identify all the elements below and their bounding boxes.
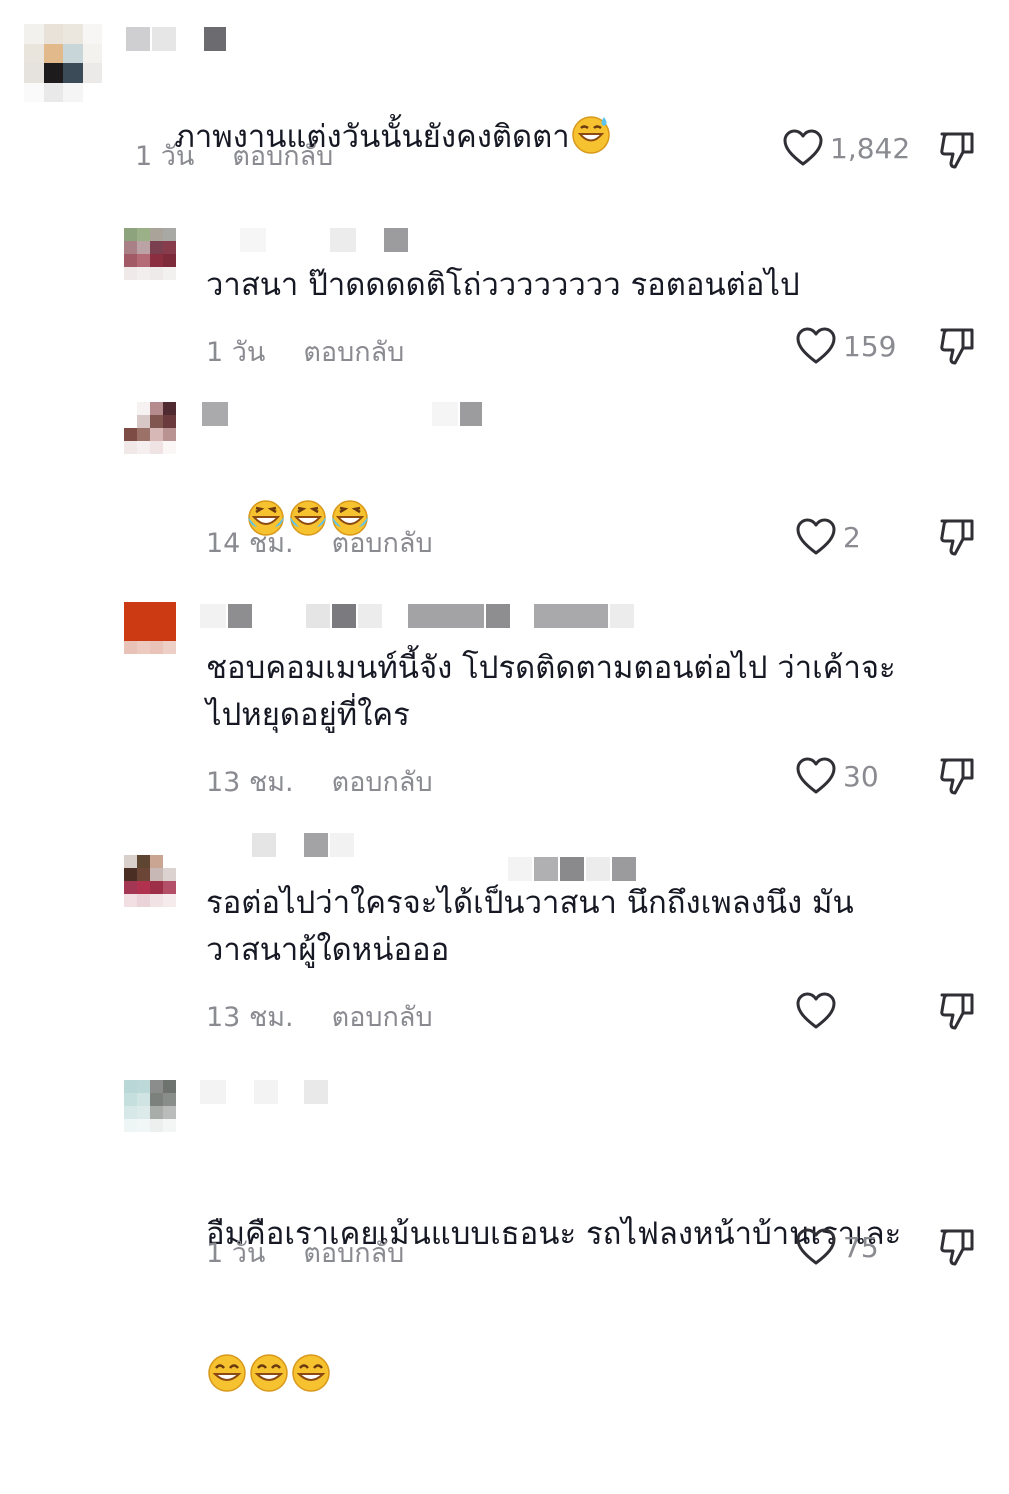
like-count: 30 xyxy=(843,759,879,793)
avatar[interactable] xyxy=(124,1080,176,1132)
username-blurred[interactable] xyxy=(200,833,354,857)
username-blurred[interactable] xyxy=(200,1080,328,1104)
comment-text: อืมคือเราเคยเม้นแบบเธอนะ รถไฟลงหน้าบ้านเ… xyxy=(206,1117,901,1494)
thumbs-down-outline-icon xyxy=(940,519,974,556)
username-blurred[interactable] xyxy=(508,857,636,881)
avatar[interactable] xyxy=(24,24,102,102)
timestamp: 14 ชม. xyxy=(206,528,294,559)
reply-button[interactable]: ตอบกลับ xyxy=(232,134,333,177)
comment-meta: 13 ชม. ตอบกลับ xyxy=(206,995,433,1038)
like-button[interactable]: 30 xyxy=(795,756,879,796)
thumbs-down-outline-icon xyxy=(940,132,974,169)
heart-outline-icon xyxy=(796,327,836,364)
timestamp: 13 ชม. xyxy=(206,1002,294,1033)
reply-button[interactable]: ตอบกลับ xyxy=(303,1231,404,1274)
comment-meta: 14 ชม. ตอบกลับ xyxy=(206,521,433,564)
username-blurred[interactable] xyxy=(240,228,408,252)
comment-text: ชอบคอมเมนท์นี้จัง โปรดติดตามตอนต่อไป ว่า… xyxy=(206,650,896,733)
dislike-button[interactable] xyxy=(938,1227,976,1271)
thumbs-down-outline-icon xyxy=(940,1229,974,1266)
thumbs-down-outline-icon xyxy=(940,758,974,795)
sweat-smile-emoji-icon xyxy=(571,116,610,154)
like-button[interactable]: 159 xyxy=(795,326,896,366)
timestamp: 1 วัน xyxy=(135,141,195,172)
avatar[interactable] xyxy=(124,402,176,454)
username-blurred[interactable] xyxy=(200,604,634,628)
username-blurred[interactable] xyxy=(126,27,226,51)
like-count: 159 xyxy=(843,329,897,363)
thumbs-down-outline-icon xyxy=(940,993,974,1030)
comment-text: วาสนา ป๊าดดดดติโถ่วววววววว รอตอนต่อไป xyxy=(206,267,800,303)
avatar[interactable] xyxy=(124,855,176,907)
like-button[interactable]: 2 xyxy=(795,517,861,557)
heart-outline-icon xyxy=(796,518,836,555)
timestamp: 1 วัน xyxy=(206,1238,266,1269)
dislike-button[interactable] xyxy=(938,130,976,174)
avatar[interactable] xyxy=(124,602,176,654)
heart-outline-icon xyxy=(796,757,836,794)
reply-button[interactable]: ตอบกลับ xyxy=(303,330,404,373)
avatar[interactable] xyxy=(124,228,176,280)
comment-meta: 1 วัน ตอบกลับ xyxy=(135,134,333,177)
reply-button[interactable]: ตอบกลับ xyxy=(332,995,433,1038)
username-blurred[interactable] xyxy=(202,402,482,426)
reply-button[interactable]: ตอบกลับ xyxy=(332,760,433,803)
like-button[interactable]: 75 xyxy=(795,1227,879,1267)
heart-outline-icon xyxy=(796,992,836,1029)
reply-button[interactable]: ตอบกลับ xyxy=(332,521,433,564)
thumbs-down-outline-icon xyxy=(940,328,974,365)
comment-meta: 1 วัน ตอบกลับ xyxy=(206,330,404,373)
grinning-emoji-icon xyxy=(292,1354,330,1392)
like-count: 2 xyxy=(843,520,861,554)
grinning-emoji-icon xyxy=(208,1354,246,1392)
like-count: 75 xyxy=(843,1230,879,1264)
dislike-button[interactable] xyxy=(938,991,976,1035)
timestamp: 1 วัน xyxy=(206,337,266,368)
like-button[interactable]: 1,842 xyxy=(782,128,910,168)
like-button[interactable] xyxy=(795,991,843,1031)
grinning-emoji-icon xyxy=(250,1354,288,1392)
dislike-button[interactable] xyxy=(938,756,976,800)
timestamp: 13 ชม. xyxy=(206,767,294,798)
dislike-button[interactable] xyxy=(938,326,976,370)
comment-text: รอต่อไปว่าใครจะได้เป็นวาสนา นึกถึงเพลงนึ… xyxy=(206,885,854,968)
comment-meta: 13 ชม. ตอบกลับ xyxy=(206,760,433,803)
comment-meta: 1 วัน ตอบกลับ xyxy=(206,1231,404,1274)
dislike-button[interactable] xyxy=(938,517,976,561)
heart-outline-icon xyxy=(783,129,823,166)
heart-outline-icon xyxy=(796,1228,836,1265)
like-count: 1,842 xyxy=(830,131,911,165)
